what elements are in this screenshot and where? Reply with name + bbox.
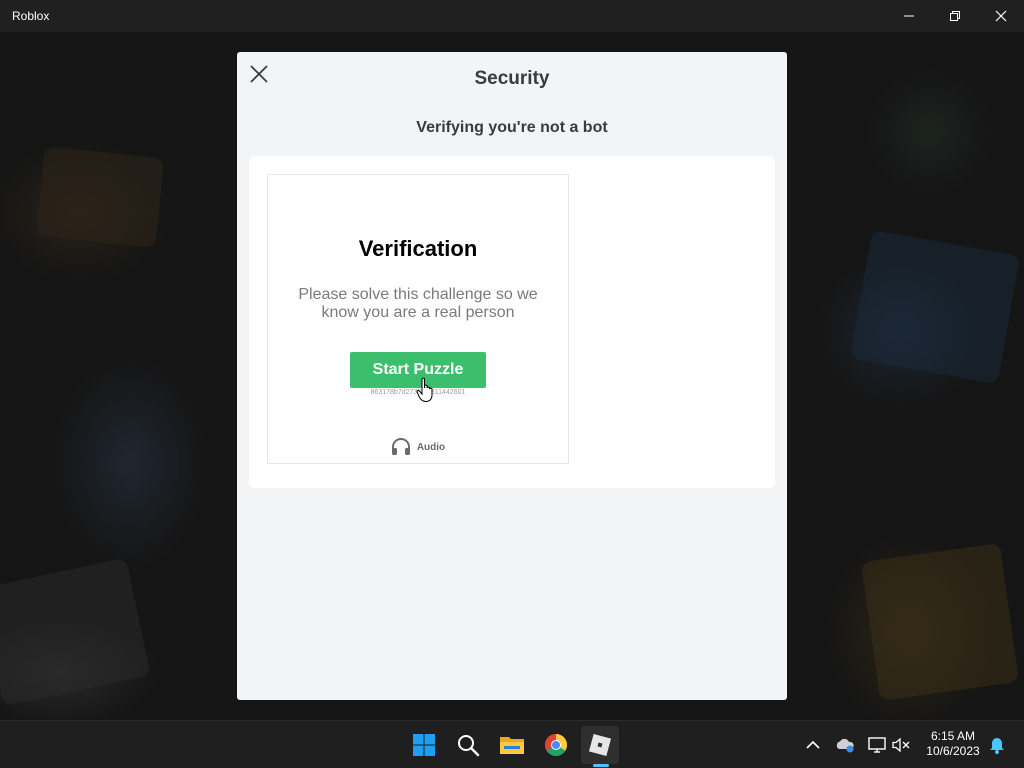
restore-icon: [950, 11, 960, 21]
roblox-icon: [588, 733, 612, 757]
tray-clock[interactable]: 6:15 AM 10/6/2023: [918, 729, 988, 759]
network-icon: [868, 737, 886, 753]
background-shape: [35, 145, 165, 249]
clock-date: 10/6/2023: [926, 744, 980, 758]
close-icon: [995, 10, 1007, 22]
taskbar-roblox[interactable]: [581, 726, 619, 764]
verification-description: Please solve this challenge so we know y…: [298, 286, 538, 321]
taskbar: 6:15 AM 10/6/2023: [0, 720, 1024, 768]
background-shape: [860, 542, 1020, 702]
notifications-button[interactable]: [986, 734, 1008, 756]
captcha-frame: Verification Please solve this challenge…: [267, 174, 569, 464]
minimize-icon: [904, 15, 914, 17]
verification-heading: Verification: [358, 236, 478, 261]
hand-cursor-icon: [416, 377, 433, 403]
window-titlebar: Roblox: [0, 0, 1024, 32]
background-shape: [0, 557, 151, 707]
network-tray-button[interactable]: [866, 734, 888, 756]
active-app-indicator: [593, 764, 609, 767]
audio-label: Audio: [416, 441, 446, 453]
restore-button[interactable]: [932, 0, 978, 32]
volume-muted-icon: [892, 737, 910, 753]
chrome-icon: [545, 734, 567, 756]
dialog-subtitle: Verifying you're not a bot: [416, 119, 608, 136]
taskbar-chrome[interactable]: [537, 726, 575, 764]
minimize-button[interactable]: [886, 0, 932, 32]
notification-bell-icon: [990, 738, 1004, 754]
audio-challenge-button[interactable]: Audio: [268, 438, 568, 456]
security-dialog: Security Verifying you're not a bot Veri…: [237, 52, 787, 700]
dialog-title: Security: [474, 68, 550, 89]
onedrive-tray-button[interactable]: [834, 734, 856, 756]
headphones-icon: [391, 438, 410, 455]
challenge-panel: Verification Please solve this challenge…: [249, 156, 775, 488]
window-controls: [886, 0, 1024, 32]
onedrive-icon: [836, 738, 854, 753]
search-icon: [458, 735, 480, 757]
clock-time: 6:15 AM: [930, 729, 976, 743]
file-explorer-icon: [500, 737, 524, 754]
taskbar-search-button[interactable]: [449, 726, 487, 764]
windows-start-icon: [413, 734, 435, 756]
close-window-button[interactable]: [978, 0, 1024, 32]
taskbar-file-explorer[interactable]: [493, 726, 531, 764]
start-button[interactable]: [405, 726, 443, 764]
window-title: Roblox: [12, 9, 50, 23]
show-hidden-icons-button[interactable]: [802, 734, 824, 756]
chevron-up-icon: [806, 740, 820, 749]
background-shape: [849, 229, 1021, 385]
volume-tray-button[interactable]: [890, 734, 912, 756]
